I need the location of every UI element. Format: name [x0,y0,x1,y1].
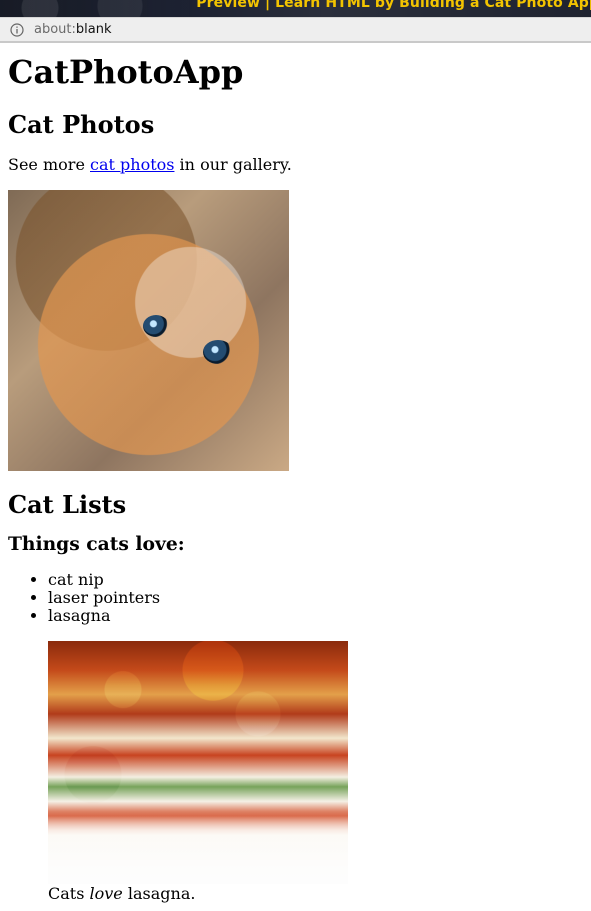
lasagna-image-container [48,641,348,884]
info-circle-icon[interactable] [10,22,24,37]
cat-photos-link[interactable]: cat photos [90,155,174,174]
banner-title: Preview | Learn HTML by Building a Cat P… [196,0,591,11]
section-title-cat-lists: Cat Lists [8,490,127,519]
kitten-image-container[interactable] [8,190,289,471]
things-cats-love-list: cat nip laser pointers lasagna [8,571,583,625]
page-content: CatPhotoApp Cat Photos See more cat phot… [0,53,591,904]
gallery-text-before: See more [8,155,90,174]
caption-suffix: lasagna. [122,884,196,903]
lasagna-image [48,641,348,884]
gallery-text-after: in our gallery. [174,155,292,174]
banner-graphic [0,0,210,17]
address-path: blank [75,22,112,37]
list-item: cat nip [48,571,583,589]
section-title-cat-photos: Cat Photos [8,110,155,139]
list-item: lasagna [48,607,583,625]
gallery-paragraph: See more cat photos in our gallery. [8,155,583,175]
kitten-image[interactable] [8,190,289,471]
list-item: laser pointers [48,589,583,607]
caption-emphasis: love [89,884,123,903]
page-title: CatPhotoApp [8,53,244,91]
top-banner: Preview | Learn HTML by Building a Cat P… [0,0,591,17]
address-scheme: about: [34,22,76,37]
address-bar[interactable]: about: blank [0,17,591,43]
lasagna-caption: Cats love lasagna. [48,884,583,904]
caption-prefix: Cats [48,884,90,903]
things-cats-love-heading: Things cats love: [8,533,185,555]
